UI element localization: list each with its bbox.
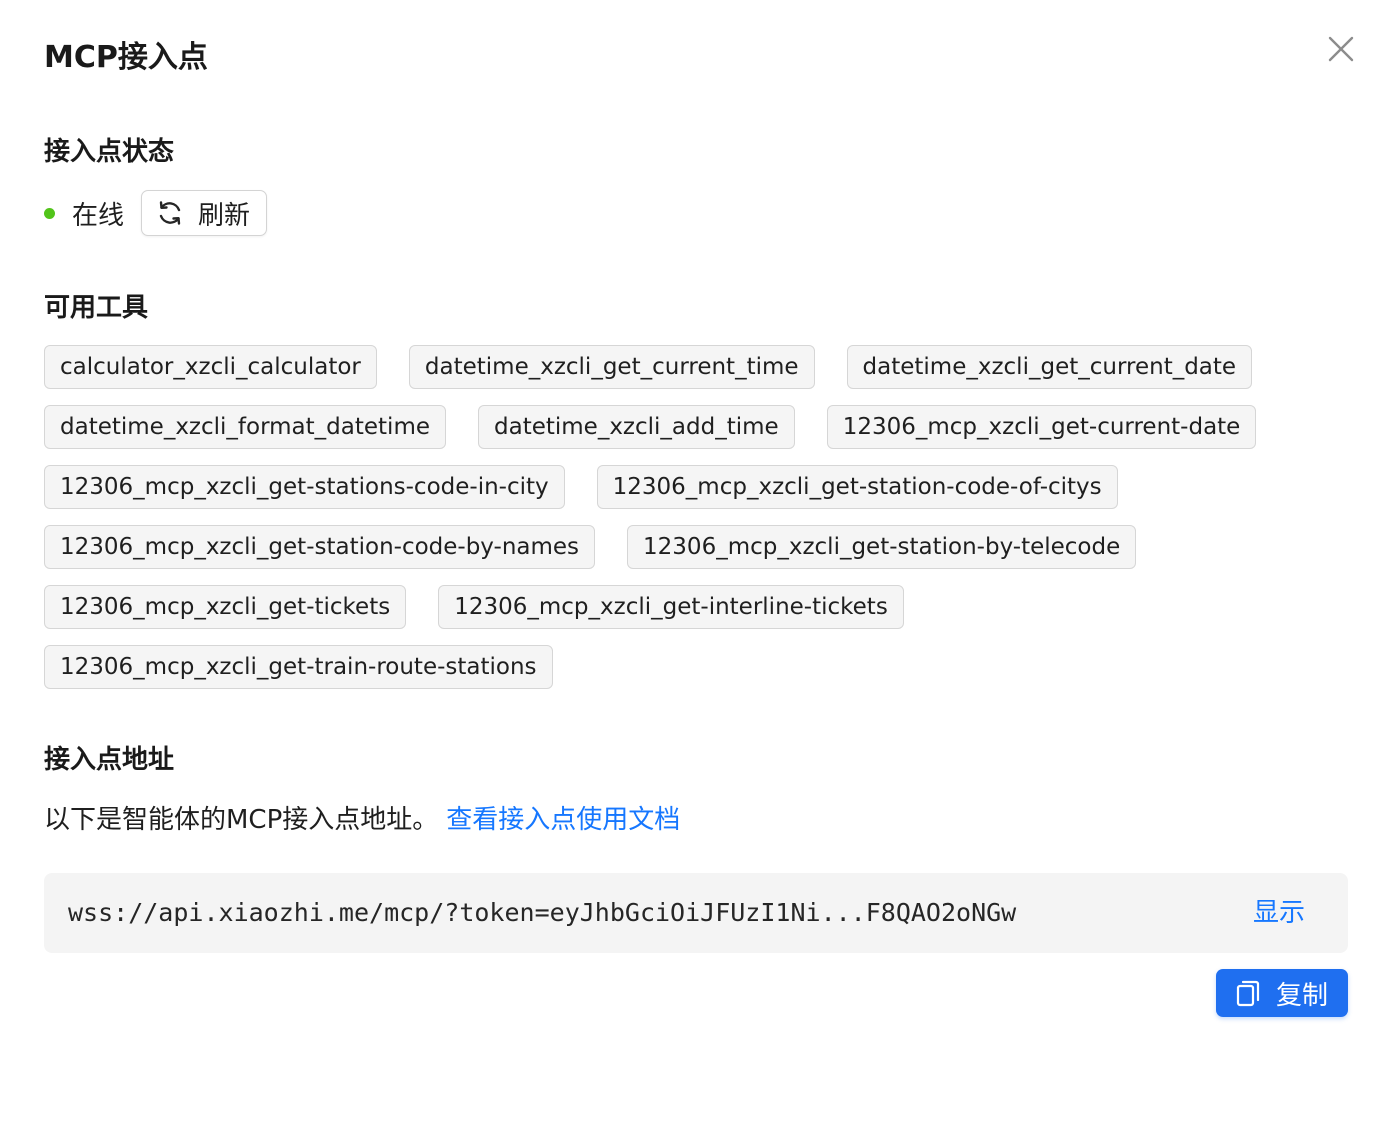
close-button[interactable] — [1322, 30, 1360, 68]
tool-row: 12306_mcp_xzcli_get-train-route-stations — [44, 645, 1304, 689]
address-section-heading: 接入点地址 — [44, 745, 175, 775]
tool-tag: 12306_mcp_xzcli_get-station-by-telecode — [627, 525, 1137, 569]
tool-tag: 12306_mcp_xzcli_get-train-route-stations — [44, 645, 553, 689]
tool-tag: 12306_mcp_xzcli_get-station-code-of-city… — [596, 465, 1118, 509]
address-description: 以下是智能体的MCP接入点地址。 — [44, 805, 439, 835]
mcp-endpoint-dialog: MCP接入点 接入点状态 在线 刷新 可用工具 calculator_xzcli… — [0, 0, 1392, 1128]
refresh-icon — [159, 201, 181, 225]
show-token-link[interactable]: 显示 — [1253, 873, 1305, 953]
tool-tag-list: calculator_xzcli_calculator datetime_xzc… — [44, 345, 1304, 705]
endpoint-url-box: wss://api.xiaozhi.me/mcp/?token=eyJhbGci… — [44, 873, 1348, 953]
tool-row: 12306_mcp_xzcli_get-stations-code-in-cit… — [44, 465, 1304, 509]
refresh-button[interactable]: 刷新 — [141, 190, 268, 236]
tool-tag: datetime_xzcli_format_datetime — [44, 405, 446, 449]
status-section-heading: 接入点状态 — [44, 137, 175, 167]
address-description-row: 以下是智能体的MCP接入点地址。 查看接入点使用文档 — [44, 800, 680, 840]
tool-row: 12306_mcp_xzcli_get-station-code-by-name… — [44, 525, 1304, 569]
tool-tag: 12306_mcp_xzcli_get-stations-code-in-cit… — [44, 465, 565, 509]
tool-tag: datetime_xzcli_add_time — [478, 405, 795, 449]
tool-tag: datetime_xzcli_get_current_date — [846, 345, 1253, 389]
docs-link[interactable]: 查看接入点使用文档 — [446, 805, 680, 835]
tool-tag: 12306_mcp_xzcli_get-tickets — [44, 585, 407, 629]
online-status-dot — [44, 207, 55, 219]
tool-tag: datetime_xzcli_get_current_time — [408, 345, 815, 389]
tool-row: 12306_mcp_xzcli_get-tickets 12306_mcp_xz… — [44, 585, 1304, 629]
close-icon — [1328, 36, 1354, 62]
tool-tag: 12306_mcp_xzcli_get-station-code-by-name… — [44, 525, 596, 569]
tool-tag: 12306_mcp_xzcli_get-interline-tickets — [438, 585, 904, 629]
refresh-label: 刷新 — [198, 200, 251, 231]
status-row: 在线 刷新 — [44, 189, 268, 237]
tool-tag: 12306_mcp_xzcli_get-current-date — [826, 405, 1257, 449]
tool-row: datetime_xzcli_format_datetime datetime_… — [44, 405, 1304, 449]
copy-label: 复制 — [1275, 980, 1328, 1011]
tool-tag: calculator_xzcli_calculator — [44, 345, 377, 389]
endpoint-url: wss://api.xiaozhi.me/mcp/?token=eyJhbGci… — [68, 898, 1017, 927]
copy-icon — [1236, 980, 1260, 1007]
dialog-title: MCP接入点 — [44, 40, 208, 75]
copy-button[interactable]: 复制 — [1216, 969, 1348, 1017]
status-text: 在线 — [72, 200, 125, 231]
tools-section-heading: 可用工具 — [44, 293, 149, 323]
tool-row: calculator_xzcli_calculator datetime_xzc… — [44, 345, 1304, 389]
